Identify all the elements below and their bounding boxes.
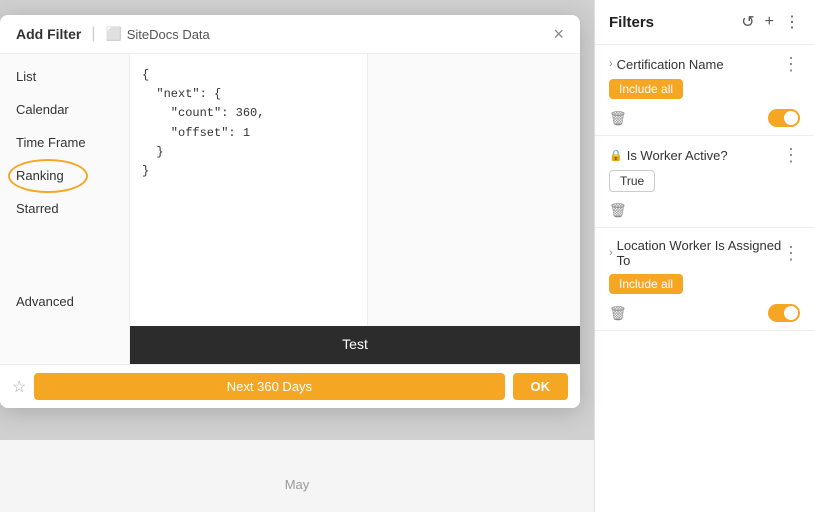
sidebar-item-calendar-label: Calendar [16,102,69,117]
certification-name-footer: 🗑 [609,109,800,127]
filter-item-certification-name-header: › Certification Name ⋮ [609,55,800,73]
filters-panel-title: Filters [609,14,654,31]
worker-active-lock-icon: 🔒 [609,149,623,162]
dialog-footer: ☆ Next 360 Days OK [0,364,580,408]
sidebar-item-advanced-label: Advanced [16,294,74,309]
certification-name-toggle[interactable] [768,109,800,127]
worker-active-trash-icon[interactable]: 🗑 [609,202,627,219]
sidebar-item-calendar[interactable]: Calendar [0,93,129,126]
dialog-close-button[interactable]: × [553,25,564,43]
filters-panel: Filters ↺ + ⋮ › Certification Name ⋮ Inc… [594,0,814,512]
left-area: May Add Filter | ⬜ SiteDocs Data × [0,0,594,512]
location-worker-footer: 🗑 [609,304,800,322]
location-worker-trash-icon[interactable]: 🗑 [609,305,627,322]
certification-name-label: Certification Name [617,57,724,72]
filter-item-certification-name: › Certification Name ⋮ Include all 🗑 [595,45,814,136]
add-filter-dialog: Add Filter | ⬜ SiteDocs Data × List [0,15,580,408]
sidebar-item-advanced[interactable]: Advanced [0,285,129,318]
sitedocs-icon: ⬜ [106,26,122,42]
month-label: May [285,477,310,492]
sidebar-item-timeframe[interactable]: Time Frame [0,126,129,159]
filter-certification-name-title: › Certification Name [609,57,724,72]
worker-active-badge: True [609,170,655,192]
add-filter-icon[interactable]: + [765,13,774,31]
filter-worker-active-title: 🔒 Is Worker Active? [609,148,728,163]
refresh-icon[interactable]: ↺ [741,12,754,32]
sidebar-item-timeframe-label: Time Frame [16,135,86,150]
ok-button[interactable]: OK [513,373,569,400]
location-worker-more-icon[interactable]: ⋮ [782,244,800,262]
json-left-panel: { "next": { "count": 360, "offset": 1 } … [130,54,368,326]
location-worker-toggle[interactable] [768,304,800,322]
dialog-subtitle-text: SiteDocs Data [127,27,210,42]
test-button[interactable]: Test [140,336,570,352]
filters-actions: ↺ + ⋮ [741,12,800,32]
dialog-title: Add Filter [16,26,81,42]
dialog-header-left: Add Filter | ⬜ SiteDocs Data [16,25,210,43]
json-right-panel [368,54,581,326]
filter-item-worker-active-header: 🔒 Is Worker Active? ⋮ [609,146,800,164]
location-worker-badge: Include all [609,274,683,294]
sidebar-item-list-label: List [16,69,36,84]
json-text: { "next": { "count": 360, "offset": 1 } … [142,66,355,181]
favorite-button[interactable]: ☆ [12,377,26,397]
location-worker-chevron: › [609,247,613,259]
worker-active-footer: 🗑 [609,202,800,219]
worker-active-label: Is Worker Active? [627,148,728,163]
filter-item-worker-active: 🔒 Is Worker Active? ⋮ True 🗑 [595,136,814,228]
certification-name-chevron: › [609,58,613,70]
certification-name-badge: Include all [609,79,683,99]
dialog-sidebar: List Calendar Time Frame Ranking Starred [0,54,130,364]
json-area: { "next": { "count": 360, "offset": 1 } … [130,54,580,326]
filter-location-worker-title: › Location Worker Is Assigned To [609,238,782,268]
sidebar-item-ranking-label: Ranking [16,168,64,183]
test-bar: Test [130,326,580,364]
sidebar-item-starred[interactable]: Starred [0,192,129,225]
location-worker-label: Location Worker Is Assigned To [617,238,782,268]
dialog-header: Add Filter | ⬜ SiteDocs Data × [0,15,580,54]
sidebar-item-list[interactable]: List [0,60,129,93]
dialog-content: { "next": { "count": 360, "offset": 1 } … [130,54,580,364]
certification-name-trash-icon[interactable]: 🗑 [609,110,627,127]
sidebar-item-ranking[interactable]: Ranking [0,159,129,192]
worker-active-more-icon[interactable]: ⋮ [782,146,800,164]
certification-name-more-icon[interactable]: ⋮ [782,55,800,73]
main-container: May Add Filter | ⬜ SiteDocs Data × [0,0,814,512]
filter-item-location-worker-header: › Location Worker Is Assigned To ⋮ [609,238,800,268]
dialog-body: List Calendar Time Frame Ranking Starred [0,54,580,364]
filters-header: Filters ↺ + ⋮ [595,0,814,45]
sidebar-item-starred-label: Starred [16,201,59,216]
dialog-subtitle: ⬜ SiteDocs Data [106,26,210,42]
filter-item-location-worker: › Location Worker Is Assigned To ⋮ Inclu… [595,228,814,331]
period-button[interactable]: Next 360 Days [34,373,504,400]
more-options-icon[interactable]: ⋮ [784,12,800,32]
